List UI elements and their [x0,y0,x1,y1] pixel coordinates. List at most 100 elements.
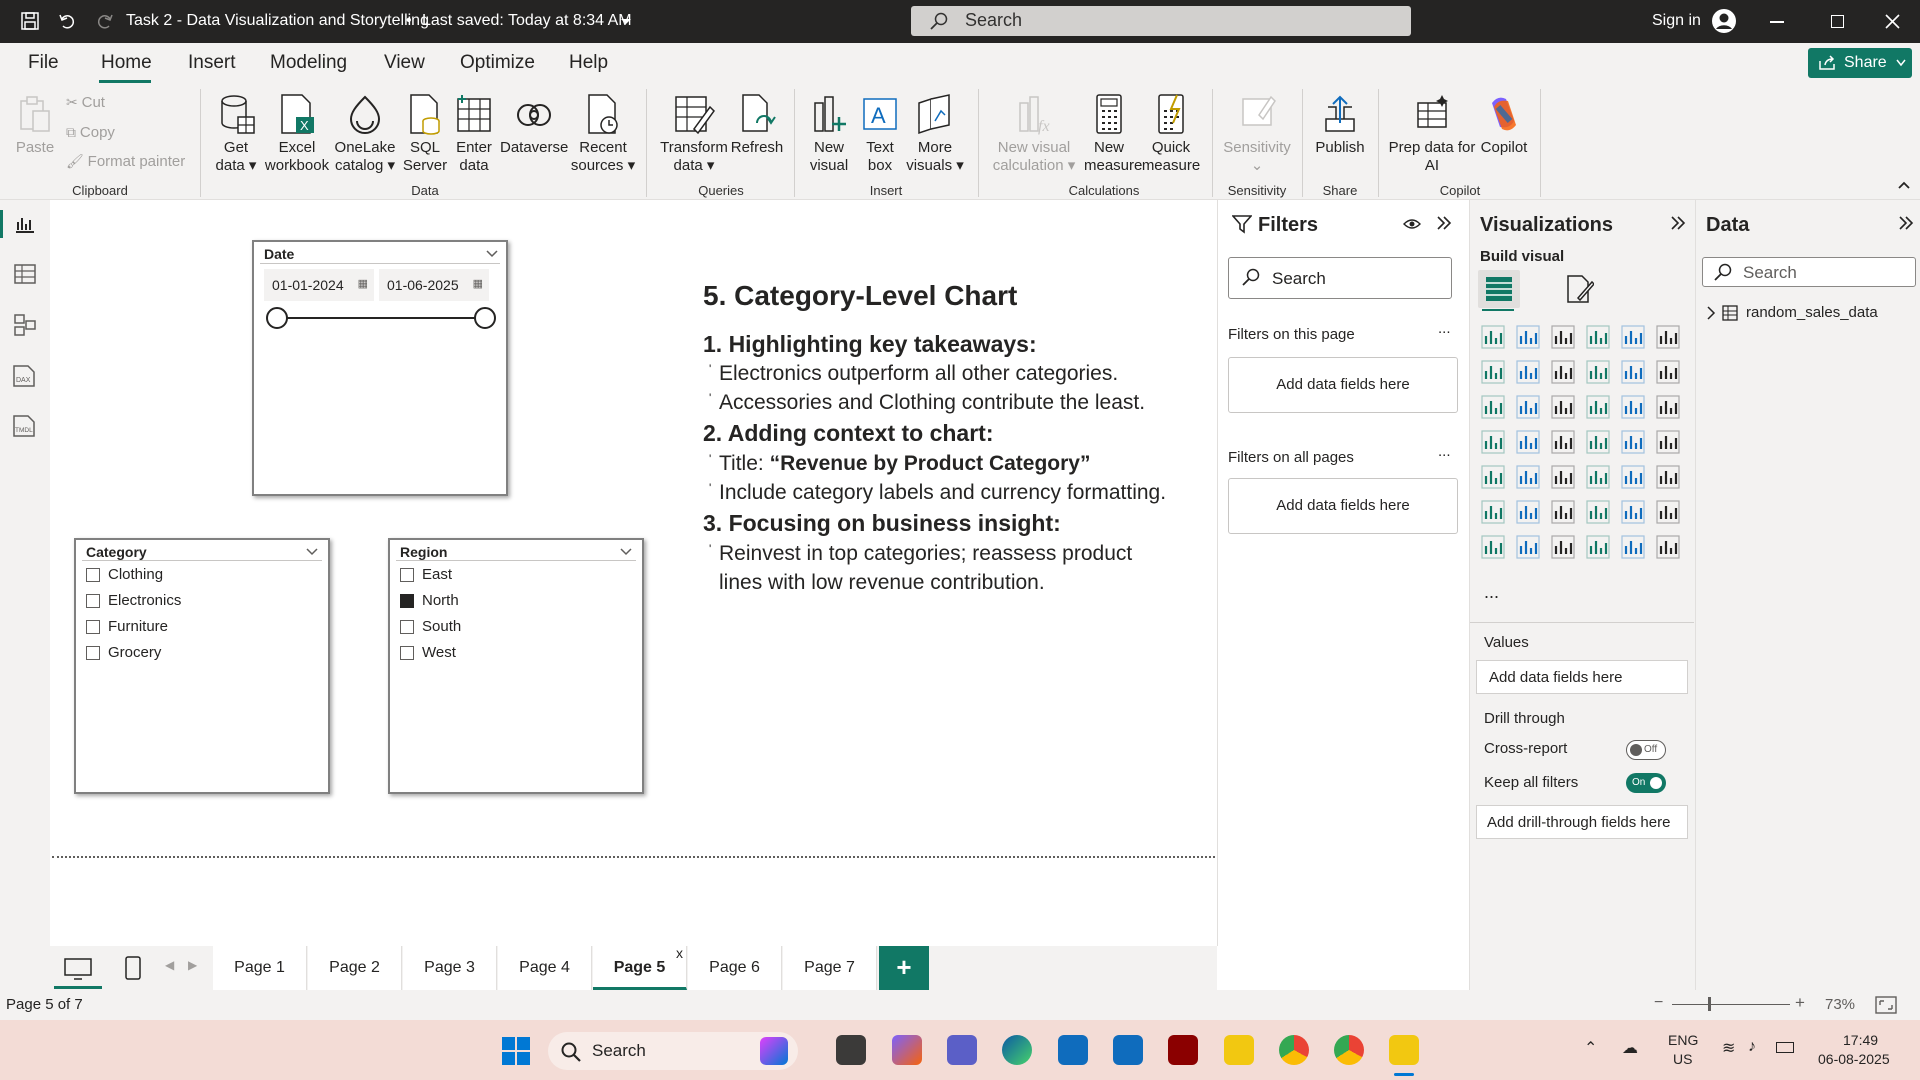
checkbox[interactable] [86,620,100,634]
checkbox[interactable] [400,568,414,582]
cut-button[interactable]: ✂ Cut [66,93,105,112]
store-icon[interactable] [1058,1035,1088,1065]
prep-data-for-ai-button[interactable]: Prep data for AI [1384,93,1480,175]
windows-start-icon[interactable] [502,1037,530,1065]
line-visual-icon[interactable] [1480,359,1506,385]
data-search-input[interactable]: Search [1702,257,1916,287]
page-tab[interactable]: Page 6 [688,946,782,990]
account-icon[interactable] [1711,8,1737,34]
checkbox-checked[interactable] [400,594,414,608]
task-view-icon[interactable] [836,1035,866,1065]
translytical-visual-icon[interactable] [1655,534,1681,560]
pie-visual-icon[interactable] [1620,394,1646,420]
desktop-layout-icon[interactable] [64,958,92,980]
page-tab[interactable]: Page 7 [783,946,877,990]
100-column-visual-icon[interactable] [1655,324,1681,350]
new-visual-calculation-button[interactable]: fx New visual calculation ▾ [990,93,1078,175]
page-tab[interactable]: Page 3 [403,946,497,990]
save-icon[interactable] [20,11,40,31]
slicer-option[interactable]: North [422,592,459,609]
excel-workbook-button[interactable]: X Excel workbook [262,93,332,175]
100-bar-visual-icon[interactable] [1620,324,1646,350]
drill-through-well[interactable]: Add drill-through fields here [1476,805,1688,839]
build-visual-tab[interactable] [1478,270,1520,308]
language-indicator[interactable]: ENG [1668,1032,1698,1048]
menu-home[interactable]: Home [101,52,152,74]
filters-all-pages-well[interactable]: Add data fields here [1228,478,1458,534]
slicer-option[interactable]: Clothing [108,566,163,583]
fit-to-page-icon[interactable] [1875,996,1897,1014]
clock-date[interactable]: 06-08-2025 [1818,1051,1890,1067]
clustered-bar-visual-icon[interactable] [1550,324,1576,350]
enter-data-button[interactable]: Enter data [450,93,498,175]
narrative-visual-icon[interactable] [1620,499,1646,525]
metric-card-visual-icon[interactable] [1515,534,1541,560]
page-tab[interactable]: Page 4 [498,946,592,990]
get-data-button[interactable]: Get data ▾ [210,93,262,175]
scroll-left-icon[interactable]: ◀ [165,958,174,972]
maximize-icon[interactable] [1831,15,1844,28]
goals-visual-icon[interactable] [1655,499,1681,525]
title-search-input[interactable]: Search [911,6,1411,36]
stacked-column-visual-icon[interactable] [1515,324,1541,350]
copilot-button[interactable]: Copilot [1478,93,1530,157]
funnel-visual-icon[interactable] [1550,394,1576,420]
power-bi-icon[interactable] [1389,1035,1419,1065]
redo-icon[interactable] [95,11,115,31]
close-tab-icon[interactable]: x [676,931,683,975]
button-slicer-visual-icon[interactable] [1550,534,1576,560]
more-visuals-button[interactable]: More visuals ▾ [902,93,968,175]
dataverse-button[interactable]: Dataverse [500,93,568,157]
tmdl-view-icon[interactable]: TMDL [10,414,40,438]
filters-this-page-well[interactable]: Add data fields here [1228,357,1458,413]
r-visual-visual-icon[interactable] [1655,464,1681,490]
outlook-icon[interactable] [1113,1035,1143,1065]
kpi-visual-icon[interactable] [1515,464,1541,490]
taskbar-search[interactable]: Search [548,1032,798,1070]
share-button[interactable]: Share [1808,48,1912,78]
format-painter-button[interactable]: 🖌 Format painter [66,152,185,171]
collapse-ribbon-icon[interactable] [1898,181,1910,189]
calendar-icon[interactable]: ▦ [358,277,368,290]
python-visual-visual-icon[interactable] [1480,499,1506,525]
key-influencers-visual-icon[interactable] [1515,499,1541,525]
donut-visual-icon[interactable] [1655,394,1681,420]
scatter-visual-icon[interactable] [1585,394,1611,420]
line-clustered-visual-icon[interactable] [1480,394,1506,420]
copilot-app-icon[interactable] [892,1035,922,1065]
teams-icon[interactable] [947,1035,977,1065]
format-visual-icon[interactable] [1564,274,1594,304]
chevron-down-icon[interactable] [486,250,498,258]
chrome-icon[interactable] [1279,1035,1309,1065]
chrome-profile-icon[interactable] [1334,1035,1364,1065]
zoom-in-icon[interactable]: + [1795,993,1805,1013]
more-visuals-icon[interactable]: ... [1484,582,1499,603]
card-visual-icon[interactable] [1655,429,1681,455]
checkbox[interactable] [86,568,100,582]
area-visual-icon[interactable] [1515,359,1541,385]
range-start-handle[interactable] [266,307,288,329]
date-slicer[interactable]: Date 01-01-2024 ▦ 01-06-2025 ▦ [252,240,508,496]
clock-time[interactable]: 17:49 [1843,1032,1878,1048]
publish-button[interactable]: Publish [1310,93,1370,157]
checkbox[interactable] [86,594,100,608]
matrix-visual-icon[interactable] [1620,464,1646,490]
calendar-icon[interactable]: ▦ [473,277,483,290]
undo-icon[interactable] [57,11,77,31]
eye-icon[interactable] [1403,218,1421,230]
zoom-slider-thumb[interactable] [1708,997,1711,1011]
filled-map-visual-icon[interactable] [1550,429,1576,455]
menu-insert[interactable]: Insert [188,52,236,74]
slicer-option[interactable]: South [422,618,461,635]
paste-button[interactable]: Paste [12,95,58,157]
slicer-visual-icon[interactable] [1550,464,1576,490]
new-measure-button[interactable]: New measure [1084,93,1142,175]
recent-sources-button[interactable]: Recent sources ▾ [568,93,638,175]
checkbox[interactable] [400,620,414,634]
edge-icon[interactable] [1002,1035,1032,1065]
slicer-option[interactable]: Electronics [108,592,181,609]
transform-data-button[interactable]: Transform data ▾ [656,93,732,175]
waterfall-visual-icon[interactable] [1515,394,1541,420]
quick-measure-button[interactable]: Quick measure [1136,93,1206,175]
menu-optimize[interactable]: Optimize [460,52,535,74]
